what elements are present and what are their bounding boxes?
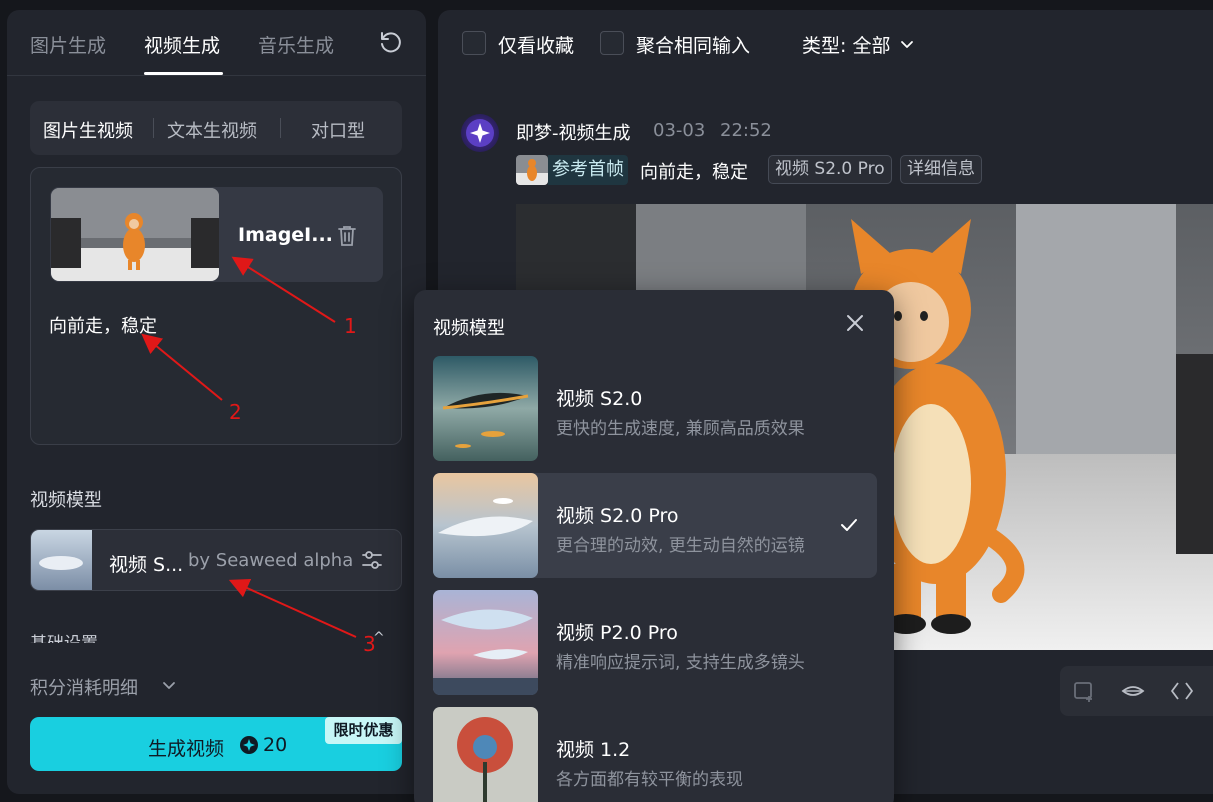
settings-sliders-icon[interactable]: [361, 549, 383, 571]
mode-lip-sync[interactable]: 对口型: [311, 117, 365, 143]
message-time: 22:52: [720, 120, 772, 141]
mode-segmented-control: 图片生视频 文本生视频 对口型: [30, 101, 402, 155]
favorites-only-checkbox[interactable]: [462, 31, 486, 55]
model-option-name: 视频 1.2: [556, 739, 631, 761]
model-option-1-2[interactable]: 视频 1.2 各方面都有较平衡的表现: [433, 707, 877, 802]
model-option-description: 更快的生成速度, 兼顾高品质效果: [556, 419, 805, 439]
merge-same-checkbox[interactable]: [600, 31, 624, 55]
uploaded-image[interactable]: ImageI...: [50, 187, 383, 282]
divider: [153, 118, 154, 138]
left-panel: 图片生成 视频生成 音乐生成 图片生视频 文本生视频 对口型 ImageI...…: [7, 10, 426, 794]
favorites-only-label[interactable]: 仅看收藏: [498, 31, 574, 58]
reference-frame-tag[interactable]: 参考首帧: [548, 155, 628, 185]
message-date: 03-03: [653, 120, 706, 141]
tab-video-generation[interactable]: 视频生成: [144, 31, 220, 58]
active-tab-indicator: [144, 72, 223, 75]
message-title: 即梦-视频生成: [516, 123, 631, 144]
prompt-text[interactable]: 向前走，稳定: [49, 312, 157, 338]
model-1-2-thumbnail: [433, 707, 538, 802]
model-s2-thumbnail: [433, 356, 538, 461]
model-option-p2-pro[interactable]: 视频 P2.0 Pro 精准响应提示词, 支持生成多镜头: [433, 590, 877, 695]
model-thumbnail: [31, 530, 92, 590]
credit-icon: [240, 736, 258, 754]
reference-frame-thumbnail[interactable]: [516, 155, 548, 185]
popup-title: 视频模型: [433, 318, 505, 339]
annotation-number: 1: [344, 314, 357, 338]
model-p2-pro-thumbnail: [433, 590, 538, 695]
input-card: ImageI... 向前走，稳定: [30, 167, 402, 445]
annotation-number: 2: [229, 400, 242, 424]
generate-button-label: 生成视频: [148, 738, 225, 760]
annotation-number: 3: [363, 632, 376, 656]
video-model-heading: 视频模型: [30, 490, 102, 511]
divider: [280, 118, 281, 138]
merge-same-label[interactable]: 聚合相同输入: [636, 31, 750, 58]
selected-model-provider: by Seaweed alpha: [188, 550, 354, 571]
generation-tabs: 图片生成 视频生成 音乐生成: [7, 10, 426, 76]
type-filter-dropdown[interactable]: 类型: 全部: [802, 31, 890, 58]
video-toolbar: [1060, 666, 1213, 716]
delete-icon[interactable]: [336, 224, 358, 248]
assistant-avatar: [461, 114, 499, 152]
message-prompt: 向前走，稳定: [640, 162, 748, 183]
model-option-name: 视频 S2.0: [556, 388, 643, 410]
interpolate-icon[interactable]: [1170, 679, 1194, 703]
generate-cost: 20: [263, 734, 288, 756]
uploaded-image-thumbnail: [51, 188, 219, 281]
model-s2-pro-thumbnail: [433, 473, 538, 578]
model-option-s2-pro[interactable]: 视频 S2.0 Pro 更合理的动效, 更生动自然的运镜: [433, 473, 877, 578]
model-option-description: 精准响应提示词, 支持生成多镜头: [556, 653, 805, 673]
checkmark-icon: [841, 519, 857, 531]
close-icon[interactable]: [844, 312, 866, 334]
add-frame-icon[interactable]: [1072, 679, 1096, 703]
video-model-selector[interactable]: 视频 S... by Seaweed alpha: [30, 529, 402, 591]
mode-image-to-video[interactable]: 图片生视频: [43, 117, 133, 143]
video-model-popup: 视频模型 视频 S2.0 更快的生成速度, 兼顾高品质效果 视频 S2.0 Pr…: [414, 290, 894, 802]
chevron-down-icon[interactable]: [899, 36, 915, 52]
model-pill[interactable]: 视频 S2.0 Pro: [768, 155, 892, 184]
model-option-s2[interactable]: 视频 S2.0 更快的生成速度, 兼顾高品质效果: [433, 356, 877, 461]
uploaded-file-name: ImageI...: [238, 224, 333, 246]
promo-badge: 限时优惠: [325, 717, 402, 744]
basic-settings-heading[interactable]: 基础设置: [30, 629, 98, 643]
tab-image-generation[interactable]: 图片生成: [30, 31, 106, 58]
lip-sync-icon[interactable]: [1121, 679, 1145, 703]
model-option-description: 更合理的动效, 更生动自然的运镜: [556, 536, 805, 556]
model-option-name: 视频 P2.0 Pro: [556, 622, 678, 644]
chevron-down-icon[interactable]: [161, 677, 177, 693]
model-option-description: 各方面都有较平衡的表现: [556, 770, 743, 790]
details-pill[interactable]: 详细信息: [900, 155, 982, 184]
model-option-name: 视频 S2.0 Pro: [556, 505, 679, 527]
refresh-icon[interactable]: [377, 30, 403, 56]
mode-text-to-video[interactable]: 文本生视频: [167, 117, 257, 143]
sparkle-icon: [466, 119, 494, 147]
tab-music-generation[interactable]: 音乐生成: [258, 31, 334, 58]
selected-model-name: 视频 S...: [109, 554, 184, 576]
credits-detail-toggle[interactable]: 积分消耗明细: [30, 674, 138, 700]
